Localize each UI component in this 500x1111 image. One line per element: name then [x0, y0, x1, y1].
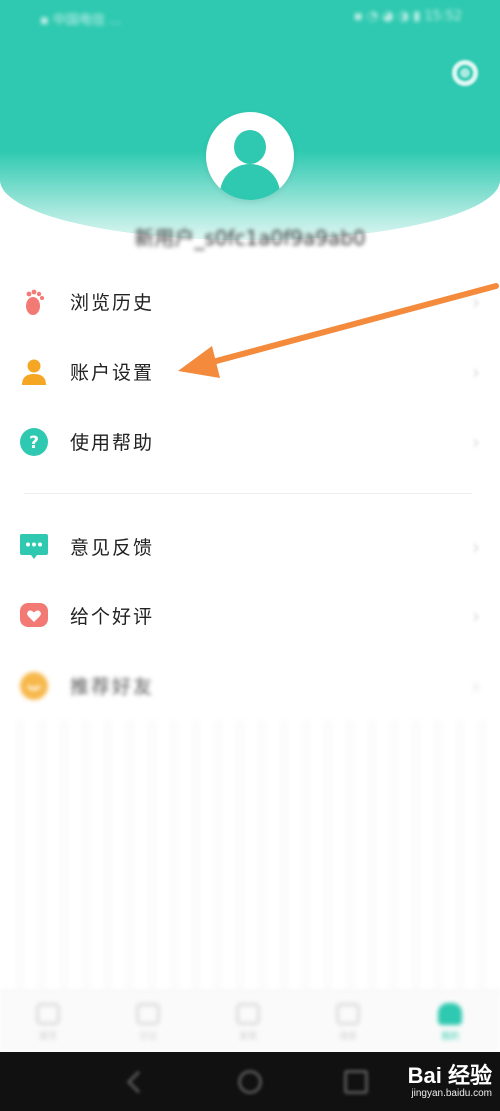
chevron-right-icon: › — [472, 535, 480, 559]
bottom-nav: 首页 日记 发现 消息 我的 — [0, 990, 500, 1052]
gear-icon[interactable] — [452, 60, 478, 86]
chevron-right-icon: › — [472, 360, 480, 384]
chevron-right-icon: › — [472, 674, 480, 698]
recent-apps-icon[interactable] — [344, 1070, 368, 1094]
avatar-head — [234, 130, 266, 164]
chevron-right-icon: › — [472, 290, 480, 314]
tab-label: 首页 — [38, 1032, 57, 1042]
back-icon[interactable] — [126, 1070, 150, 1094]
menu-label: 推荐好友 — [70, 676, 155, 698]
status-indicators: ▪ ◔ ◕ ◑ ▮ 15:52 — [353, 9, 462, 24]
chevron-right-icon: › — [472, 604, 480, 628]
home-circle-icon[interactable] — [238, 1070, 262, 1094]
tab-diary[interactable]: 日记 — [128, 1001, 168, 1042]
user-icon — [438, 1003, 462, 1025]
watermark-logo: Bai 经验 — [407, 1063, 492, 1088]
footprint-icon — [26, 289, 44, 315]
tab-label: 日记 — [138, 1032, 157, 1042]
message-icon — [336, 1003, 360, 1025]
home-icon — [36, 1003, 60, 1025]
chat-icon — [20, 534, 48, 559]
avatar-body — [220, 164, 280, 200]
svg-text:?: ? — [29, 433, 39, 453]
edit-icon — [136, 1003, 160, 1025]
menu-item-browse-history[interactable]: 浏览历史 › — [0, 272, 500, 332]
menu-item-account-settings[interactable]: 账户设置 › — [0, 342, 500, 402]
watermark: Bai 经验 jingyan.baidu.com — [372, 1058, 492, 1106]
tab-label: 消息 — [338, 1032, 357, 1042]
menu-item-feedback[interactable]: 意见反馈 › — [0, 517, 500, 577]
tab-label: 发现 — [238, 1032, 257, 1042]
menu-label: 给个好评 — [70, 606, 155, 628]
watermark-url: jingyan.baidu.com — [411, 1088, 492, 1099]
username: 新用户_s0fc1a0f9a9ab0 — [134, 226, 366, 250]
tab-label: 我的 — [440, 1032, 459, 1042]
tab-discover[interactable]: 发现 — [228, 1001, 268, 1042]
user-icon — [22, 359, 46, 385]
menu-item-help[interactable]: ? 使用帮助 › — [0, 412, 500, 472]
menu-item-recommend-friends[interactable]: 推荐好友 › — [0, 656, 500, 716]
menu-label: 意见反馈 — [70, 537, 155, 559]
status-carrier: ▪ 中国电信 ... — [40, 13, 122, 28]
tab-messages[interactable]: 消息 — [328, 1001, 368, 1042]
compass-icon — [236, 1003, 260, 1025]
chevron-right-icon: › — [472, 430, 480, 454]
tab-mine[interactable]: 我的 — [430, 1001, 470, 1042]
menu-label: 浏览历史 — [70, 292, 155, 314]
menu-label: 账户设置 — [70, 362, 155, 384]
help-icon: ? — [20, 428, 48, 456]
tab-home[interactable]: 首页 — [28, 1001, 68, 1042]
avatar[interactable] — [206, 112, 294, 200]
menu-divider — [24, 493, 472, 494]
smile-icon — [20, 672, 48, 700]
blurred-background — [0, 720, 500, 990]
menu-item-rate-app[interactable]: 给个好评 › — [0, 586, 500, 646]
menu-label: 使用帮助 — [70, 432, 155, 454]
status-bar: ▪ 中国电信 ... ▪ ◔ ◕ ◑ ▮ 15:52 — [0, 0, 500, 36]
heart-icon — [20, 603, 48, 627]
